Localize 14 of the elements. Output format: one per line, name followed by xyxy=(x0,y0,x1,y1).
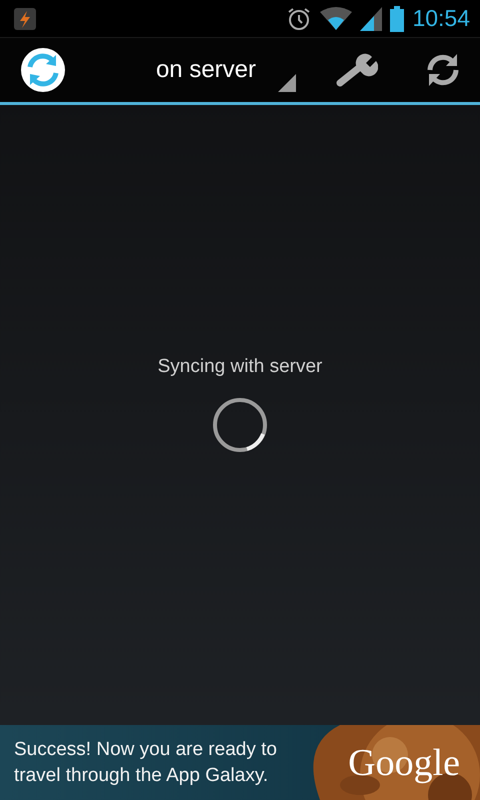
app-notification-icon xyxy=(14,8,36,30)
ad-banner[interactable]: Success! Now you are ready to travel through the App Galaxy. Google xyxy=(0,725,480,800)
signal-icon xyxy=(360,6,382,30)
sync-message: Syncing with server xyxy=(158,356,322,378)
ad-brand: Google xyxy=(348,741,460,785)
clock-time: 10:54 xyxy=(412,5,470,32)
alarm-icon xyxy=(286,6,312,32)
wifi-icon xyxy=(320,6,352,32)
loading-spinner xyxy=(211,396,269,454)
battery-icon xyxy=(390,6,404,32)
server-dropdown[interactable]: on server xyxy=(156,44,296,96)
ad-text: Success! Now you are ready to travel through the App Galaxy. xyxy=(13,738,278,788)
dropdown-corner-icon xyxy=(278,74,296,92)
app-logo-icon[interactable] xyxy=(20,47,66,93)
